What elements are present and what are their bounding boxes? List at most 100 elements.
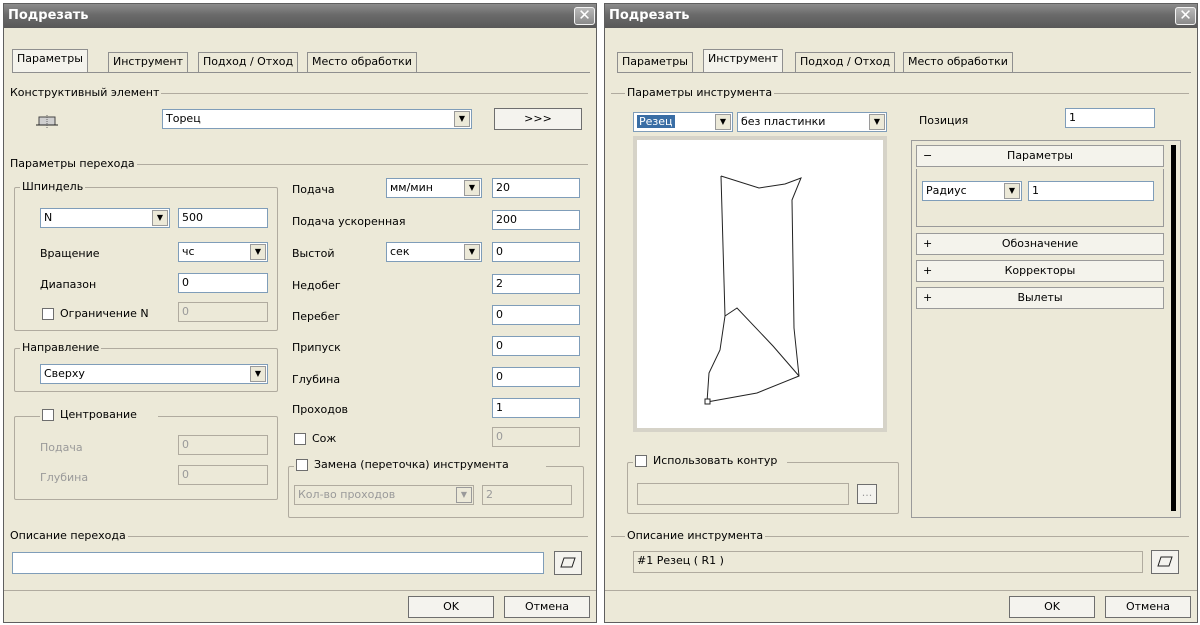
face-element-icon [36,115,58,129]
feed-input[interactable]: 20 [492,178,580,198]
edit-icon [560,557,576,572]
panel-designation-header[interactable]: + Обозначение [916,233,1164,255]
position-label: Позиция [919,114,969,127]
left-ok-button[interactable]: OK [408,596,494,618]
dwell-input[interactable]: 0 [492,242,580,262]
description-legend: Описание перехода [8,529,128,542]
rapid-feed-input[interactable]: 200 [492,210,580,230]
tool-desc-edit-button[interactable] [1151,550,1179,574]
allowance-label: Припуск [292,341,341,354]
panel-params-header[interactable]: − Параметры [916,145,1164,167]
spindle-speed-input[interactable]: 500 [178,208,268,228]
coolant-label: Сож [312,432,337,445]
limit-n-checkbox[interactable] [42,308,54,320]
insert-type-select[interactable]: без пластинки ▼ [737,112,887,132]
underrun-label: Недобег [292,279,341,292]
tool-type-select[interactable]: Резец ▼ [633,112,733,132]
tool-property-panel: − Параметры Радиус ▼ 1 + Обозначение + Ко… [911,140,1181,518]
direction-legend: Направление [20,341,102,354]
description-input[interactable] [12,552,544,574]
right-ok-button[interactable]: OK [1009,596,1095,618]
allowance-input[interactable]: 0 [492,336,580,356]
underrun-input[interactable]: 2 [492,274,580,294]
left-tab-location[interactable]: Место обработки [307,52,417,72]
panel-correctors-header[interactable]: + Корректоры [916,260,1164,282]
right-tab-baseline [617,72,1191,73]
left-tab-tool[interactable]: Инструмент [108,52,189,72]
left-dialog-title: Подрезать [8,8,89,23]
rotation-select[interactable]: чс ▼ [178,242,268,262]
struct-element-select[interactable]: Торец ▼ [162,109,472,129]
panel-scrollbar[interactable] [1171,145,1176,511]
contour-browse-button: ... [857,484,877,504]
dwell-unit-select[interactable]: сек ▼ [386,242,482,262]
left-tab-approach[interactable]: Подход / Отход [198,52,299,72]
position-input[interactable]: 1 [1065,108,1155,128]
range-label: Диапазон [40,278,97,291]
contour-input [637,483,849,505]
radius-select[interactable]: Радиус ▼ [922,181,1022,201]
feed-unit-select[interactable]: мм/мин ▼ [386,178,482,198]
tool-change-label: Замена (переточка) инструмента [314,458,509,471]
centering-group [14,416,278,500]
right-close-button[interactable]: ✕ [1175,7,1196,25]
right-dialog: Подрезать ✕ Параметры Инструмент Подход … [604,3,1198,623]
feed-label: Подача [292,183,335,196]
radius-input[interactable]: 1 [1028,181,1154,201]
dwell-label: Выстой [292,247,335,260]
overrun-input[interactable]: 0 [492,305,580,325]
centering-checkbox[interactable] [42,409,54,421]
expand-icon: + [923,237,933,250]
tool-desc-field: #1 Резец ( R1 ) [633,551,1143,573]
rotation-label: Вращение [40,247,100,260]
expand-icon: + [923,264,933,277]
right-tab-parameters[interactable]: Параметры [617,52,693,72]
cutter-drawing [704,175,802,405]
direction-select[interactable]: Сверху ▼ [40,364,268,384]
tool-change-mode-select: Кол-во проходов ▼ [294,485,474,505]
tool-change-checkbox[interactable] [296,459,308,471]
left-footer-separator [4,590,596,591]
spindle-mode-select[interactable]: N ▼ [40,208,170,228]
centering-feed-label: Подача [40,441,83,454]
left-cancel-button[interactable]: Отмена [504,596,590,618]
left-tab-baseline [12,72,590,73]
use-contour-label: Использовать контур [653,454,778,467]
panel-overhangs-header[interactable]: + Вылеты [916,287,1164,309]
range-input[interactable]: 0 [178,273,268,293]
rapid-feed-label: Подача ускоренная [292,215,406,228]
centering-depth-input: 0 [178,465,268,485]
right-title-bar[interactable]: Подрезать [605,4,1197,28]
right-tab-approach[interactable]: Подход / Отход [795,52,896,72]
left-close-button[interactable]: ✕ [574,7,595,25]
right-cancel-button[interactable]: Отмена [1105,596,1191,618]
collapse-icon: − [923,149,933,162]
right-dialog-title: Подрезать [609,8,690,23]
passes-input[interactable]: 1 [492,398,580,418]
coolant-checkbox[interactable] [294,433,306,445]
left-title-bar[interactable]: Подрезать [4,4,596,28]
right-tab-location[interactable]: Место обработки [903,52,1013,72]
struct-element-more-button[interactable]: >>> [494,108,582,130]
tool-change-value-input: 2 [482,485,572,505]
limit-n-input: 0 [178,302,268,322]
passes-label: Проходов [292,403,349,416]
centering-depth-label: Глубина [40,471,89,484]
use-contour-checkbox[interactable] [635,455,647,467]
transition-legend: Параметры перехода [8,157,137,170]
tool-preview [633,136,887,432]
edit-icon [1157,556,1173,571]
depth-input[interactable]: 0 [492,367,580,387]
overrun-label: Перебег [292,310,341,323]
right-footer-separator [605,590,1197,591]
depth-label: Глубина [292,373,341,386]
description-edit-button[interactable] [554,551,582,575]
tool-desc-legend: Описание инструмента [625,529,766,542]
centering-label: Центрование [60,408,137,421]
struct-element-legend: Конструктивный элемент [8,86,162,99]
centering-feed-input: 0 [178,435,268,455]
right-tab-tool[interactable]: Инструмент [703,49,784,72]
left-tab-parameters[interactable]: Параметры [12,49,88,72]
right-tab-strip: Параметры Инструмент Подход / Отход Мест… [617,49,1191,72]
expand-icon: + [923,291,933,304]
